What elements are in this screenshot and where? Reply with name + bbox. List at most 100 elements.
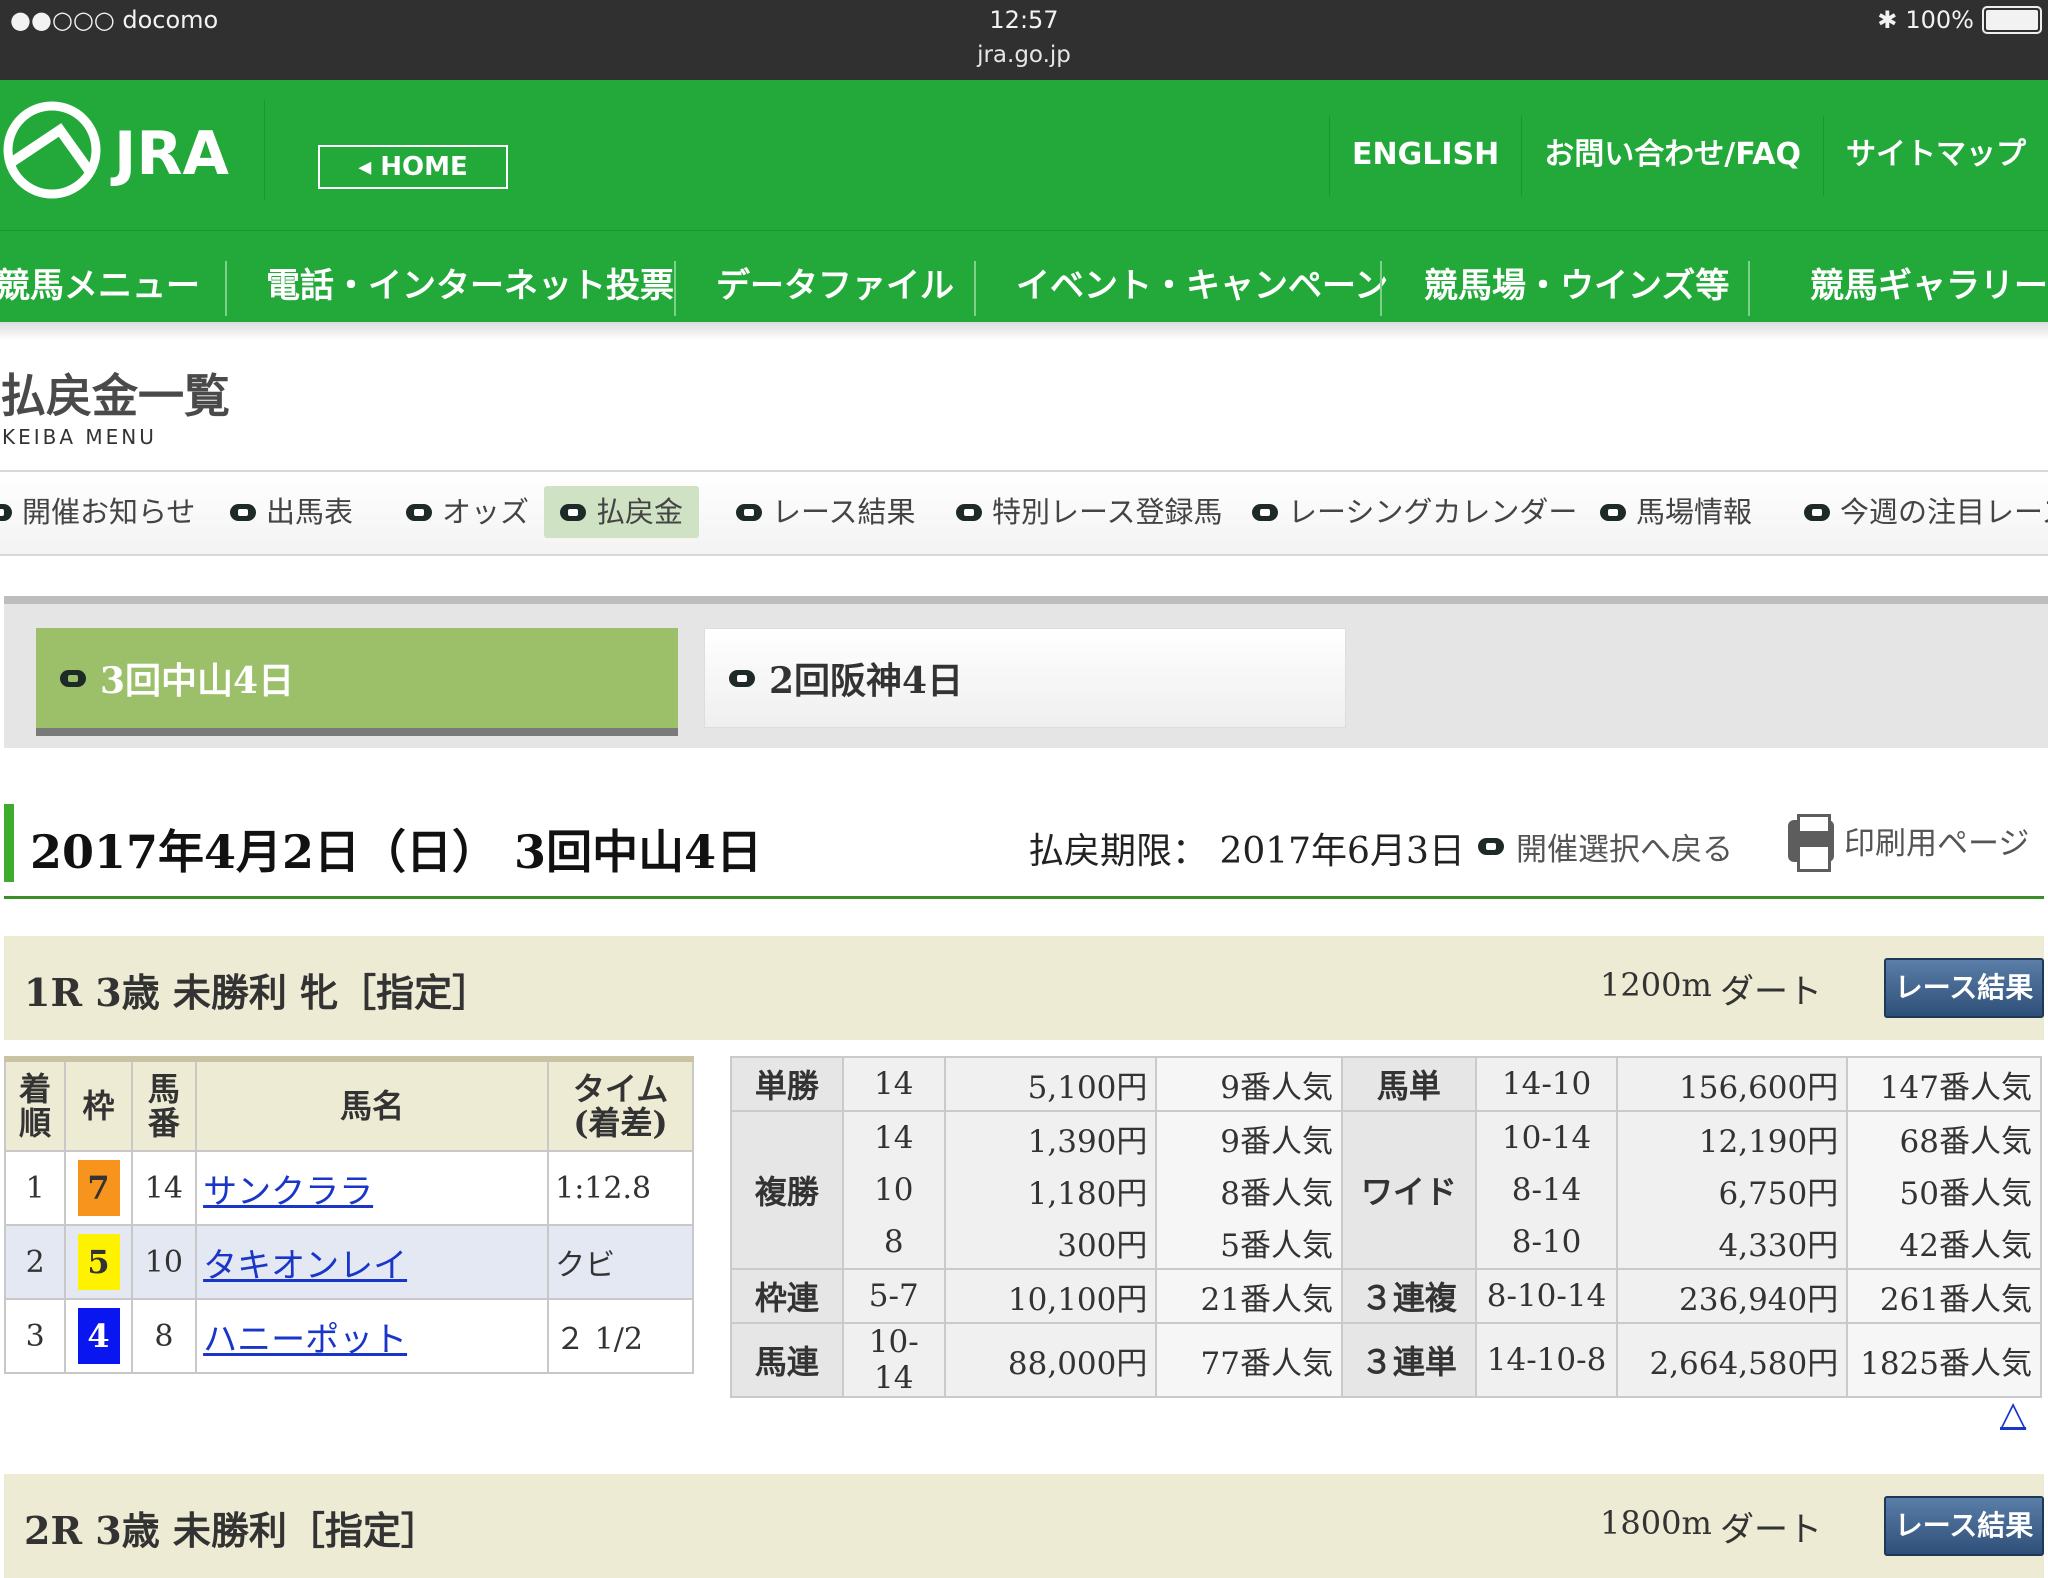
battery-percent: 100% [1905,6,1974,34]
subnav-featured[interactable]: 今週の注目レース [1804,486,2048,538]
address-bar[interactable]: jra.go.jp [0,42,2048,68]
col-waku: 枠 [64,1058,133,1152]
waku-cell: 4 [64,1298,133,1374]
horse-link[interactable]: ハニーポット [203,1320,407,1360]
horse-link[interactable]: サンクララ [203,1172,373,1212]
waku-badge: 7 [77,1160,120,1216]
table-row: 3 4 8 ハニーポット ２ 1/2 [3,1298,694,1374]
fukusho-label: 複勝 [730,1110,844,1270]
faq-link[interactable]: お問い合わせ/FAQ [1521,116,1823,196]
popularity-cell: 9番人気 [1155,1056,1343,1112]
waku-badge: 4 [77,1308,120,1364]
race-surface: ダート [1720,1510,1822,1550]
col-num: 馬番 [130,1058,198,1152]
popularity-cell: 68番人気 [1846,1110,2042,1164]
yen-cell: 5,100円 [943,1056,1158,1112]
subnav-label: 馬場情報 [1636,495,1753,529]
bullet-icon [1478,838,1504,855]
combo-cell: 10-14 [841,1322,946,1398]
waku-cell: 5 [64,1224,133,1300]
tab-hanshin[interactable]: 2回阪神4日 [704,628,1346,728]
horse-number-cell: 14 [130,1150,198,1226]
page-subtitle: KEIBA MENU [2,425,157,449]
yen-cell: 236,940円 [1616,1268,1849,1324]
race-result-button[interactable]: レース結果 [1884,1496,2044,1556]
subnav-special-entries[interactable]: 特別レース登録馬 [956,486,1223,538]
payout-row: 馬連 10-14 88,000円 77番人気 ３連単 14-10-8 2,664… [730,1322,2042,1398]
time-cell: クビ [547,1224,694,1300]
bullet-icon [560,503,586,521]
bullet-icon [1600,503,1626,521]
combo-cell: 8-14 [1474,1164,1619,1216]
yen-cell: 1,390円 [943,1110,1158,1164]
race-header: 2R 3歳 未勝利［指定］ 1800m ダート レース結果 [4,1474,2044,1578]
combo-cell: 8-10 [1474,1216,1619,1270]
race-name: 2R 3歳 未勝利［指定］ [24,1508,439,1553]
race-result-button[interactable]: レース結果 [1884,958,2044,1018]
bullet-icon [406,503,432,521]
subnav-odds[interactable]: オッズ [406,486,529,538]
time-cell: ２ 1/2 [547,1298,694,1374]
results-table: 着順 枠 馬番 馬名 タイム(着差) 1 7 14 サンクララ 1:12.8 2… [3,1056,694,1374]
subnav-calendar[interactable]: レーシングカレンダー [1252,486,1577,538]
col-horse: 馬名 [195,1058,550,1152]
time-cell: 1:12.8 [547,1150,694,1226]
popularity-cell: 5番人気 [1155,1216,1343,1270]
back-label: 開催選択へ戻る [1516,832,1733,868]
meeting-date-title: 2017年4月2日（日） 3回中山4日 [30,825,763,879]
table-row: 1 7 14 サンクララ 1:12.8 [3,1150,694,1226]
bullet-icon [230,503,256,521]
yen-cell: 12,190円 [1616,1110,1849,1164]
popularity-cell: 261番人気 [1846,1268,2042,1324]
subnav-entries[interactable]: 出馬表 [230,486,353,538]
payout-row: 複勝 14 1,390円 9番人気 ワイド 10-14 12,190円 68番人… [730,1110,2042,1270]
waku-cell: 7 [64,1150,133,1226]
bullet-icon [0,503,12,521]
bluetooth-icon: ✱ [1877,6,1898,34]
yen-cell: 88,000円 [943,1322,1158,1398]
yen-cell: 156,600円 [1616,1056,1849,1112]
horse-link[interactable]: タキオンレイ [203,1246,407,1286]
subnav-results[interactable]: レース結果 [736,486,916,538]
rank-cell: 1 [3,1150,67,1226]
subnav-label: 開催お知らせ [22,495,196,529]
clock: 12:57 [989,6,1059,34]
race-distance: 1800m [1600,1504,1712,1542]
date-header: 2017年4月2日（日） 3回中山4日 払戻期限： 2017年6月3日 開催選択… [4,800,2044,899]
jra-logo[interactable]: JRA [0,100,265,200]
top-links: ENGLISH お問い合わせ/FAQ サイトマップ [1329,116,2048,196]
rank-cell: 2 [3,1224,67,1300]
race-header: 1R 3歳 未勝利 牝［指定］ 1200m ダート レース結果 [4,936,2044,1040]
back-to-top-link[interactable]: △ [2000,1394,2026,1434]
race-distance: 1200m [1600,966,1712,1004]
sitemap-link[interactable]: サイトマップ [1823,116,2048,196]
tansho-label: 単勝 [730,1056,844,1112]
combo-cell: 14 [841,1056,946,1112]
subnav-label: オッズ [442,495,530,529]
logo-text: JRA [110,119,230,189]
race-surface: ダート [1720,972,1822,1012]
combo-cell: 14-10 [1474,1056,1619,1112]
col-rank: 着順 [3,1058,67,1152]
yen-cell: 300円 [943,1216,1158,1270]
table-row: 2 5 10 タキオンレイ クビ [3,1224,694,1300]
subnav-track[interactable]: 馬場情報 [1600,486,1752,538]
english-link[interactable]: ENGLISH [1329,116,1521,196]
print-label: 印刷用ページ [1844,826,2030,862]
printer-icon [1788,813,1834,872]
horse-number-cell: 10 [130,1224,198,1300]
print-page-link[interactable]: 印刷用ページ [1788,813,2030,872]
home-button[interactable]: ◂ HOME [318,145,508,189]
tab-nakayama[interactable]: 3回中山4日 [36,628,678,736]
nav-separator [1380,261,1382,316]
combo-cell: 14-10-8 [1474,1322,1619,1398]
umaren-label: 馬連 [730,1322,844,1398]
subnav-payout[interactable]: 払戻金 [544,486,700,538]
header-shadow [0,322,2048,340]
yen-cell: 10,100円 [943,1268,1158,1324]
subnav-notices[interactable]: 開催お知らせ [0,486,195,538]
back-to-meeting-link[interactable]: 開催選択へ戻る [1478,824,1733,869]
nav-separator [674,261,676,316]
waku-badge: 5 [77,1234,120,1290]
nav-separator [974,261,976,316]
